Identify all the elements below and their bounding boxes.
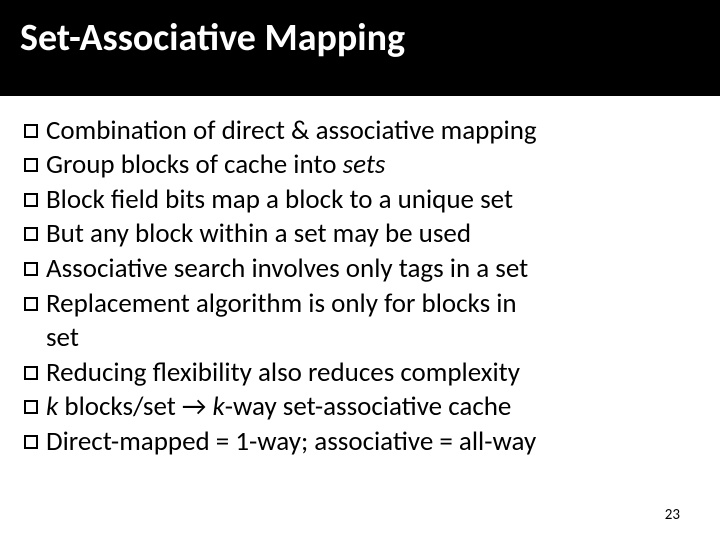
bullet-text: k blocks/set → k-way set-associative cac… [46, 390, 696, 425]
page-number: 23 [665, 506, 680, 524]
bullet-text: Direct-mapped = 1-way; associative = all… [46, 425, 696, 460]
bullet-icon [24, 158, 38, 172]
bullet-text: Group blocks of cache into sets [46, 148, 696, 183]
slide-content: Combination of direct & associative mapp… [0, 96, 720, 459]
bullet-icon [24, 366, 38, 380]
bullet-item: Group blocks of cache into sets [24, 148, 696, 183]
bullet-text: Replacement algorithm is only for blocks… [46, 287, 696, 322]
bullet-icon [24, 435, 38, 449]
title-bar: Set-Associative Mapping [0, 0, 720, 96]
bullet-text: Combination of direct & associative mapp… [46, 114, 696, 149]
text-italic: k [46, 390, 58, 423]
bullet-icon [24, 124, 38, 138]
text-fragment: Group blocks of cache into [46, 148, 343, 181]
bullet-icon [24, 262, 38, 276]
bullet-text: Reducing flexibility also reduces comple… [46, 356, 696, 391]
bullet-icon [24, 193, 38, 207]
bullet-item: Replacement algorithm is only for blocks… [24, 287, 696, 322]
slide-title: Set-Associative Mapping [20, 18, 700, 60]
bullet-icon [24, 227, 38, 241]
bullet-item: k blocks/set → k-way set-associative cac… [24, 390, 696, 425]
text-italic: sets [343, 148, 386, 181]
bullet-continuation: set [24, 321, 696, 356]
text-fragment: blocks/set → [58, 390, 212, 423]
bullet-text: But any block within a set may be used [46, 217, 696, 252]
text-fragment: -way set-associative cache [225, 390, 512, 423]
bullet-text: Block field bits map a block to a unique… [46, 183, 696, 218]
bullet-item: Combination of direct & associative mapp… [24, 114, 696, 149]
slide: Set-Associative Mapping Combination of d… [0, 0, 720, 540]
bullet-text: Associative search involves only tags in… [46, 252, 696, 287]
bullet-item: Block field bits map a block to a unique… [24, 183, 696, 218]
bullet-item: Reducing flexibility also reduces comple… [24, 356, 696, 391]
text-italic: k [212, 390, 224, 423]
bullet-item: But any block within a set may be used [24, 217, 696, 252]
bullet-icon [24, 297, 38, 311]
bullet-item: Direct-mapped = 1-way; associative = all… [24, 425, 696, 460]
bullet-item: Associative search involves only tags in… [24, 252, 696, 287]
bullet-icon [24, 400, 38, 414]
